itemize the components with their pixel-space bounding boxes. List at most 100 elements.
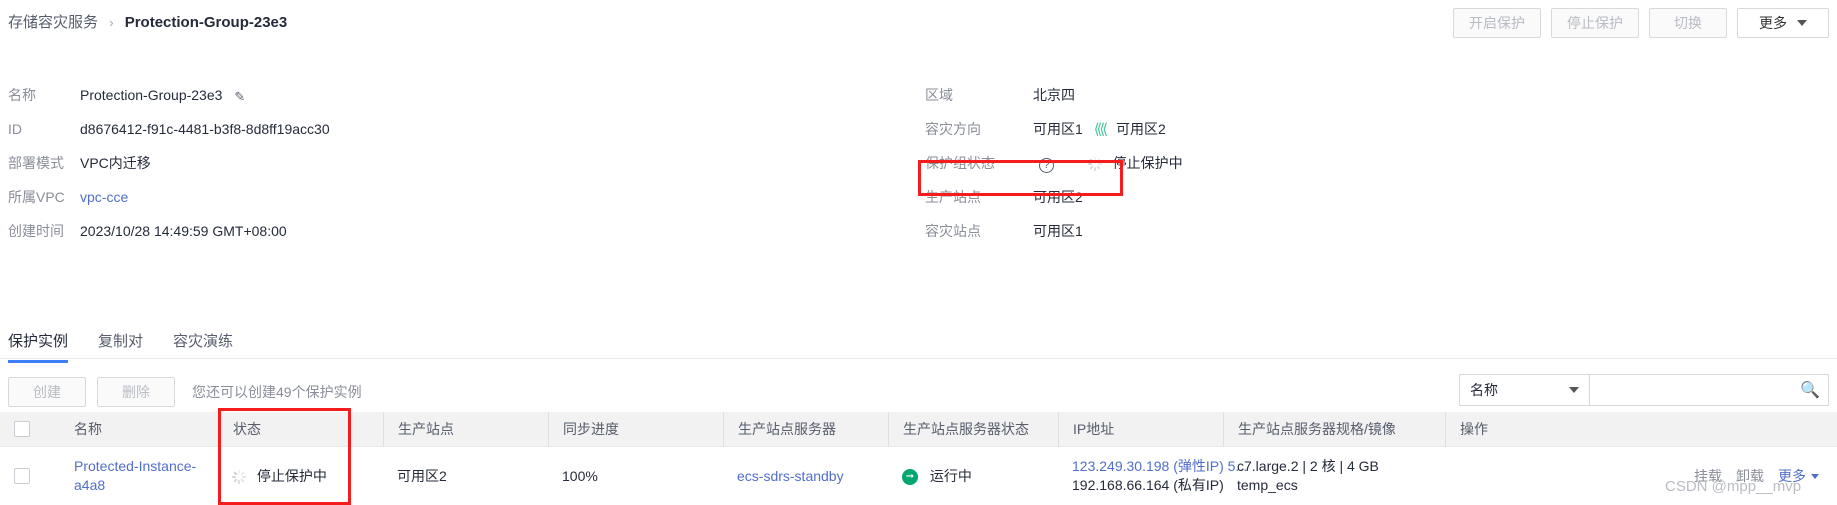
detail-row-deploy-mode: 部署模式 VPC内迁移 xyxy=(8,152,330,186)
search-field-select[interactable]: 名称 xyxy=(1459,374,1589,406)
row-spec-cell: c7.large.2 | 2 核 | 4 GB temp_ecs xyxy=(1223,457,1445,495)
more-button-label: 更多 xyxy=(1759,15,1787,31)
table-header-select-all xyxy=(0,412,60,447)
protected-instances-table: 名称 状态 生产站点 同步进度 生产站点服务器 生产站点服务器状态 IP地址 生… xyxy=(0,411,1837,505)
detail-label-production-site: 生产站点 xyxy=(925,189,981,205)
detail-label-group-status-text: 保护组状态 xyxy=(925,155,995,171)
detail-value-vpc-link[interactable]: vpc-cce xyxy=(80,186,128,208)
detail-row-vpc: 所属VPC vpc-cce xyxy=(8,186,330,220)
header-action-buttons: 开启保护 停止保护 切换 更多 xyxy=(1453,8,1829,38)
row-name-cell: Protected-Instance-a4a8 xyxy=(60,457,218,495)
table-header-operations: 操作 xyxy=(1445,411,1837,447)
delete-button[interactable]: 删除 xyxy=(97,377,175,407)
loading-spinner-icon xyxy=(1087,157,1102,172)
stop-protection-button[interactable]: 停止保护 xyxy=(1551,8,1639,38)
row-ip-cell: 123.249.30.198 (弹性IP) 5... 192.168.66.16… xyxy=(1058,457,1247,495)
detail-label-vpc: 所属VPC xyxy=(8,189,65,205)
detail-label-name: 名称 xyxy=(8,87,36,103)
detail-row-dr-direction: 容灾方向 可用区1 ⟨⟨⟨⟨ 可用区2 xyxy=(925,118,1183,152)
detail-label-region: 区域 xyxy=(925,87,953,103)
elastic-ip-line: 123.249.30.198 (弹性IP) 5... xyxy=(1072,457,1247,476)
breadcrumb-separator-icon: › xyxy=(109,15,114,30)
chevrons-left-icon: ⟨⟨⟨⟨ xyxy=(1093,121,1109,138)
create-button[interactable]: 创建 xyxy=(8,377,86,407)
loading-spinner-icon xyxy=(232,469,246,484)
detail-row-dr-site: 容灾站点 可用区1 xyxy=(925,220,1183,254)
search-field-select-value: 名称 xyxy=(1470,382,1498,398)
row-server-status-text: 运行中 xyxy=(929,467,972,484)
dr-direction-to: 可用区2 xyxy=(1116,121,1166,137)
quota-tip: 您还可以创建49个保护实例 xyxy=(192,384,362,400)
detail-value-name: Protection-Group-23e3 ✎ xyxy=(80,84,245,107)
detail-column-left: 名称 Protection-Group-23e3 ✎ ID d8676412-f… xyxy=(8,84,330,254)
detail-value-id: d8676412-f91c-4481-b3f8-8d8ff19acc30 xyxy=(80,121,330,137)
chevron-down-icon xyxy=(1569,387,1579,393)
row-production-server-cell: ecs-sdrs-standby xyxy=(723,467,888,486)
search-input-wrapper: 🔍 xyxy=(1589,374,1829,406)
detail-label-deploy-mode: 部署模式 xyxy=(8,155,64,171)
breadcrumb-current: Protection-Group-23e3 xyxy=(124,14,288,31)
detail-label-id: ID xyxy=(8,121,22,137)
watermark: CSDN @mpp__mvp xyxy=(1665,478,1802,495)
detail-value-group-status: ? 停止保护中 xyxy=(1033,152,1183,174)
search-icon[interactable]: 🔍 xyxy=(1800,380,1820,400)
breadcrumb-root[interactable]: 存储容灾服务 xyxy=(8,14,98,31)
edit-pencil-icon[interactable]: ✎ xyxy=(234,86,245,108)
detail-value-name-text: Protection-Group-23e3 xyxy=(80,87,223,103)
row-checkbox[interactable] xyxy=(14,468,30,484)
detail-row-name: 名称 Protection-Group-23e3 ✎ xyxy=(8,84,330,118)
page-header: 存储容灾服务 › Protection-Group-23e3 开启保护 停止保护… xyxy=(0,0,1837,48)
search-input[interactable] xyxy=(1600,376,1801,404)
tab-divider xyxy=(0,358,1837,359)
table-header-sync-progress: 同步进度 xyxy=(548,411,723,447)
select-all-checkbox[interactable] xyxy=(14,421,30,437)
detail-label-created-time: 创建时间 xyxy=(8,223,64,239)
detail-value-dr-direction: 可用区1 ⟨⟨⟨⟨ 可用区2 xyxy=(1033,118,1166,141)
table-header-ip-address: IP地址 xyxy=(1058,411,1223,447)
instance-name-link[interactable]: Protected-Instance-a4a8 xyxy=(74,458,196,493)
table-header-production-server-status: 生产站点服务器状态 xyxy=(888,411,1058,447)
row-status-cell: 停止保护中 xyxy=(218,467,383,486)
table-header-name: 名称 xyxy=(74,420,102,437)
row-sync-progress-cell: 100% xyxy=(562,467,598,484)
search-bar: 名称 🔍 xyxy=(1459,374,1829,406)
detail-panel: 名称 Protection-Group-23e3 ✎ ID d8676412-f… xyxy=(0,84,1837,274)
more-button[interactable]: 更多 xyxy=(1737,8,1829,38)
dr-direction-from: 可用区1 xyxy=(1033,121,1083,137)
detail-value-dr-site: 可用区1 xyxy=(1033,223,1083,239)
table-header-production-site: 生产站点 xyxy=(383,411,548,447)
detail-value-production-site: 可用区2 xyxy=(1033,189,1083,205)
chevron-down-icon xyxy=(1811,473,1819,479)
running-arrow-icon: ➞ xyxy=(902,468,918,485)
detail-row-created-time: 创建时间 2023/10/28 14:49:59 GMT+08:00 xyxy=(8,220,330,254)
switch-button[interactable]: 切换 xyxy=(1649,8,1727,38)
detail-row-id: ID d8676412-f91c-4481-b3f8-8d8ff19acc30 xyxy=(8,118,330,152)
detail-column-right: 区域 北京四 容灾方向 可用区1 ⟨⟨⟨⟨ 可用区2 保护组状态 ? 停止保护中… xyxy=(925,84,1183,254)
row-production-server-status-cell: ➞ 运行中 xyxy=(888,467,1058,486)
row-status-text: 停止保护中 xyxy=(256,467,327,484)
help-icon[interactable]: ? xyxy=(1039,158,1054,173)
table-header-row: 名称 状态 生产站点 同步进度 生产站点服务器 生产站点服务器状态 IP地址 生… xyxy=(0,411,1837,447)
detail-label-dr-direction: 容灾方向 xyxy=(925,121,981,137)
detail-row-group-status: 保护组状态 ? 停止保护中 xyxy=(925,152,1183,186)
chevron-down-icon xyxy=(1797,20,1807,26)
detail-value-deploy-mode: VPC内迁移 xyxy=(80,155,151,171)
start-protection-button[interactable]: 开启保护 xyxy=(1453,8,1541,38)
table-header-status: 状态 xyxy=(218,411,383,447)
breadcrumb: 存储容灾服务 › Protection-Group-23e3 xyxy=(8,13,287,33)
detail-label-dr-site: 容灾站点 xyxy=(925,223,981,239)
row-production-site-cell: 可用区2 xyxy=(397,467,447,484)
private-ip-line: 192.168.66.164 (私有IP) xyxy=(1072,477,1224,493)
group-status-text: 停止保护中 xyxy=(1112,155,1183,171)
detail-row-production-site: 生产站点 可用区2 xyxy=(925,186,1183,220)
spec-image-text: temp_ecs xyxy=(1237,477,1298,493)
detail-label-group-status: 保护组状态 xyxy=(925,152,1033,174)
row-select-cell xyxy=(0,468,60,484)
spec-flavor-text: c7.large.2 | 2 核 | 4 GB xyxy=(1237,458,1379,474)
elastic-ip-text[interactable]: 123.249.30.198 (弹性IP) 5... xyxy=(1072,458,1247,474)
table-row: Protected-Instance-a4a8 停止保护中 可用区2 100% … xyxy=(0,447,1837,505)
table-header-production-server: 生产站点服务器 xyxy=(723,411,888,447)
page-root: 存储容灾服务 › Protection-Group-23e3 开启保护 停止保护… xyxy=(0,0,1837,505)
production-server-link[interactable]: ecs-sdrs-standby xyxy=(737,468,844,484)
table-toolbar: 创建 删除 您还可以创建49个保护实例 xyxy=(8,377,362,407)
